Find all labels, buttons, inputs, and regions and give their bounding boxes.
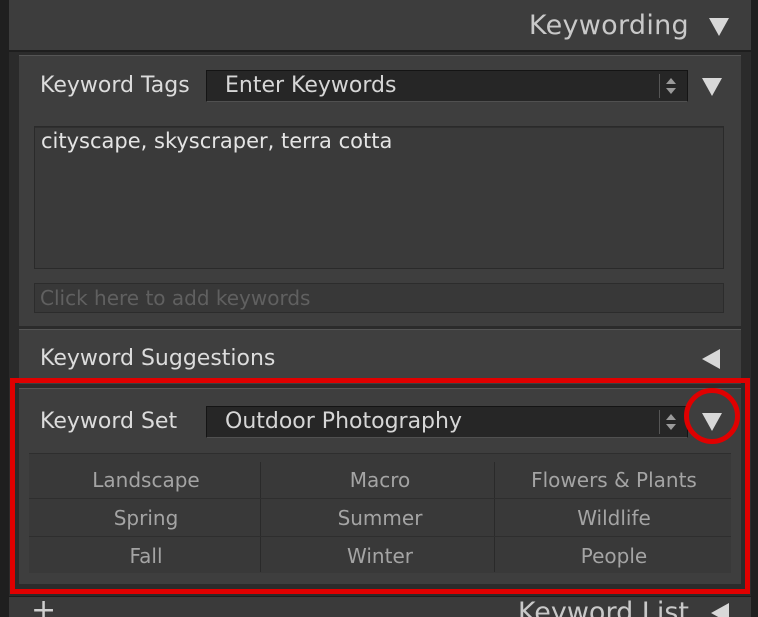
collapse-panel-triangle-down-icon[interactable] xyxy=(709,18,729,36)
keywording-panel-header[interactable]: Keywording xyxy=(9,0,751,52)
keyword-tags-mode-select[interactable]: Enter Keywords xyxy=(206,70,688,102)
expand-keyword-list-triangle-left-icon[interactable] xyxy=(711,603,729,617)
keyword-list-title: Keyword List xyxy=(517,597,689,617)
keyword-tags-menu-triangle-down-icon[interactable] xyxy=(702,78,722,96)
keyword-button-people[interactable]: People xyxy=(497,538,731,575)
keyword-tags-textarea[interactable]: cityscape, skyscraper, terra cotta xyxy=(34,126,724,269)
keyword-list-panel-header[interactable]: + Keyword List xyxy=(9,596,751,617)
panel-title: Keywording xyxy=(528,10,689,41)
keyword-set-section: Keyword Set Outdoor Photography Landscap… xyxy=(19,388,741,584)
keyword-button-spring[interactable]: Spring xyxy=(29,500,263,537)
keyword-set-label: Keyword Set xyxy=(40,409,178,434)
expand-suggestions-triangle-left-icon[interactable] xyxy=(702,349,720,369)
keyword-button-summer[interactable]: Summer xyxy=(263,500,497,537)
keyword-suggestions-label: Keyword Suggestions xyxy=(40,346,276,371)
panel-left-edge xyxy=(0,0,9,617)
keyword-tags-mode-value: Enter Keywords xyxy=(225,73,397,98)
keyword-button-winter[interactable]: Winter xyxy=(263,538,497,575)
keyword-button-wildlife[interactable]: Wildlife xyxy=(497,500,731,537)
keyword-tags-section: Keyword Tags Enter Keywords cityscape, s… xyxy=(19,55,741,326)
up-down-spinner-icon xyxy=(659,74,681,98)
keyword-button-fall[interactable]: Fall xyxy=(29,538,263,575)
keyword-button-landscape[interactable]: Landscape xyxy=(29,462,263,499)
keyword-tags-text: cityscape, skyscraper, terra cotta xyxy=(41,129,393,153)
keyword-set-select[interactable]: Outdoor Photography xyxy=(206,406,688,438)
keyword-button-flowers-plants[interactable]: Flowers & Plants xyxy=(497,462,731,499)
keyword-button-macro[interactable]: Macro xyxy=(263,462,497,499)
keyword-set-menu-triangle-down-icon[interactable] xyxy=(702,413,722,431)
up-down-spinner-icon xyxy=(659,410,681,434)
keyword-suggestions-section[interactable]: Keyword Suggestions xyxy=(19,329,741,384)
keyword-tags-label: Keyword Tags xyxy=(40,73,190,98)
add-keyword-plus-icon[interactable]: + xyxy=(31,596,56,617)
keywording-panel-screenshot: Keywording Keyword Tags Enter Keywords c… xyxy=(0,0,758,617)
add-keywords-input[interactable] xyxy=(34,283,724,313)
keyword-set-value: Outdoor Photography xyxy=(225,409,462,434)
panel-right-edge xyxy=(751,0,758,617)
keyword-set-grid: Landscape Macro Flowers & Plants Spring … xyxy=(29,453,731,573)
